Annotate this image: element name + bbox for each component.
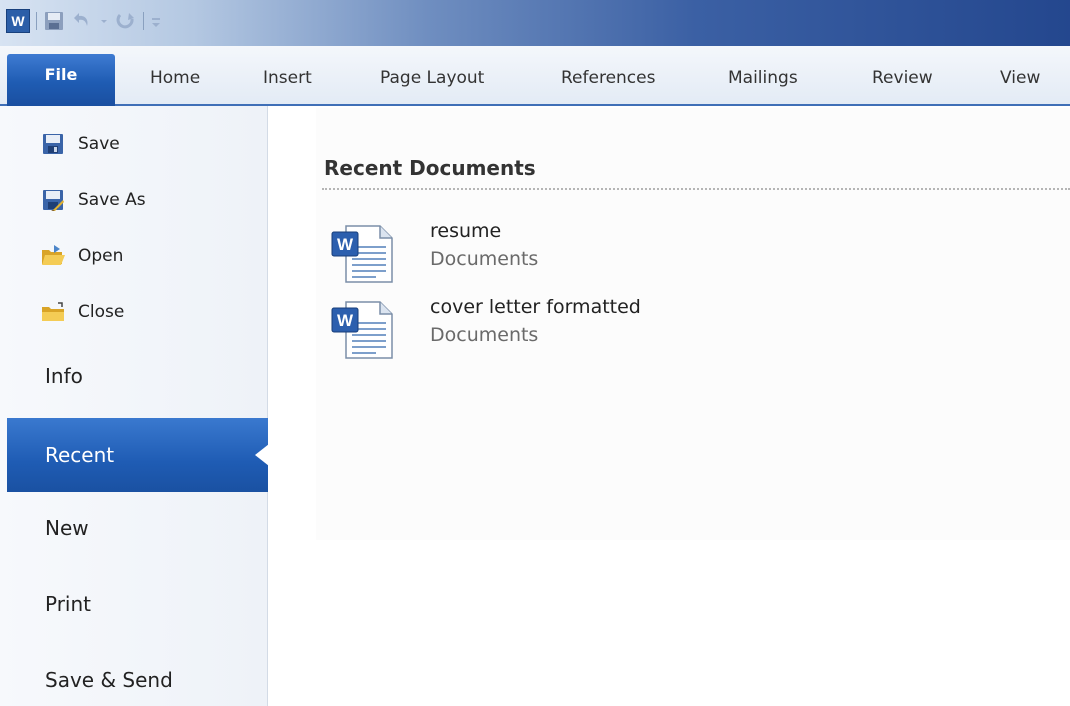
tab-page-layout[interactable]: Page Layout <box>380 68 484 88</box>
qat-save-button[interactable] <box>43 9 65 33</box>
tab-view[interactable]: View <box>1000 68 1040 88</box>
word-document-icon: W <box>331 301 393 359</box>
tab-home[interactable]: Home <box>150 68 200 88</box>
backstage-nav: Save Save As Open Close Info Recent New … <box>0 106 269 706</box>
nav-recent[interactable]: Recent <box>7 418 269 492</box>
nav-new[interactable]: New <box>45 516 89 540</box>
selection-notch <box>255 444 269 466</box>
toolbar-separator <box>143 12 144 30</box>
word-document-icon: W <box>331 225 393 283</box>
section-divider <box>322 188 1070 190</box>
customize-dropdown-icon <box>152 18 160 27</box>
tab-review[interactable]: Review <box>872 68 933 88</box>
tab-insert[interactable]: Insert <box>263 68 312 88</box>
save-as-icon <box>40 187 66 213</box>
recent-documents-pane: Recent Documents W resume Documents W co… <box>268 108 1070 706</box>
redo-icon <box>116 13 134 29</box>
document-location: Documents <box>430 324 539 346</box>
close-label: Close <box>78 302 125 322</box>
close-folder-icon <box>40 299 66 325</box>
document-name: cover letter formatted <box>430 296 641 318</box>
open-label: Open <box>78 246 124 266</box>
undo-icon <box>74 13 88 26</box>
close-command[interactable]: Close <box>40 296 124 328</box>
word-app-icon[interactable]: W <box>6 9 30 33</box>
save-icon <box>40 131 66 157</box>
nav-save-send[interactable]: Save & Send <box>45 668 173 692</box>
save-as-command[interactable]: Save As <box>40 184 146 216</box>
tab-references[interactable]: References <box>561 68 655 88</box>
word-logo-icon: W <box>6 9 30 33</box>
tab-file[interactable]: File <box>7 54 115 106</box>
ribbon-tab-bar: File Home Insert Page Layout References … <box>0 46 1070 106</box>
save-command[interactable]: Save <box>40 128 120 160</box>
recent-document-item[interactable]: W resume Documents <box>330 220 930 290</box>
section-title: Recent Documents <box>324 156 536 180</box>
open-command[interactable]: Open <box>40 240 123 272</box>
chevron-down-icon <box>101 20 107 23</box>
qat-redo-button[interactable] <box>115 9 137 33</box>
document-name: resume <box>430 220 502 242</box>
svg-text:W: W <box>337 235 354 254</box>
save-label: Save <box>78 134 120 154</box>
title-bar: W <box>0 0 1070 46</box>
customize-qat-button[interactable] <box>150 9 162 33</box>
document-location: Documents <box>430 248 539 270</box>
qat-undo-button[interactable] <box>71 9 93 33</box>
recent-document-item[interactable]: W cover letter formatted Documents <box>330 296 930 366</box>
svg-text:W: W <box>337 311 354 330</box>
save-icon <box>45 12 63 30</box>
nav-info[interactable]: Info <box>45 364 83 388</box>
open-folder-icon <box>40 243 66 269</box>
qat-undo-dropdown[interactable] <box>99 9 109 33</box>
nav-print[interactable]: Print <box>45 592 91 616</box>
save-as-label: Save As <box>78 190 146 210</box>
nav-recent-label: Recent <box>45 443 115 467</box>
quick-access-toolbar: W <box>6 8 162 34</box>
tab-mailings[interactable]: Mailings <box>728 68 798 88</box>
toolbar-separator <box>36 12 37 30</box>
